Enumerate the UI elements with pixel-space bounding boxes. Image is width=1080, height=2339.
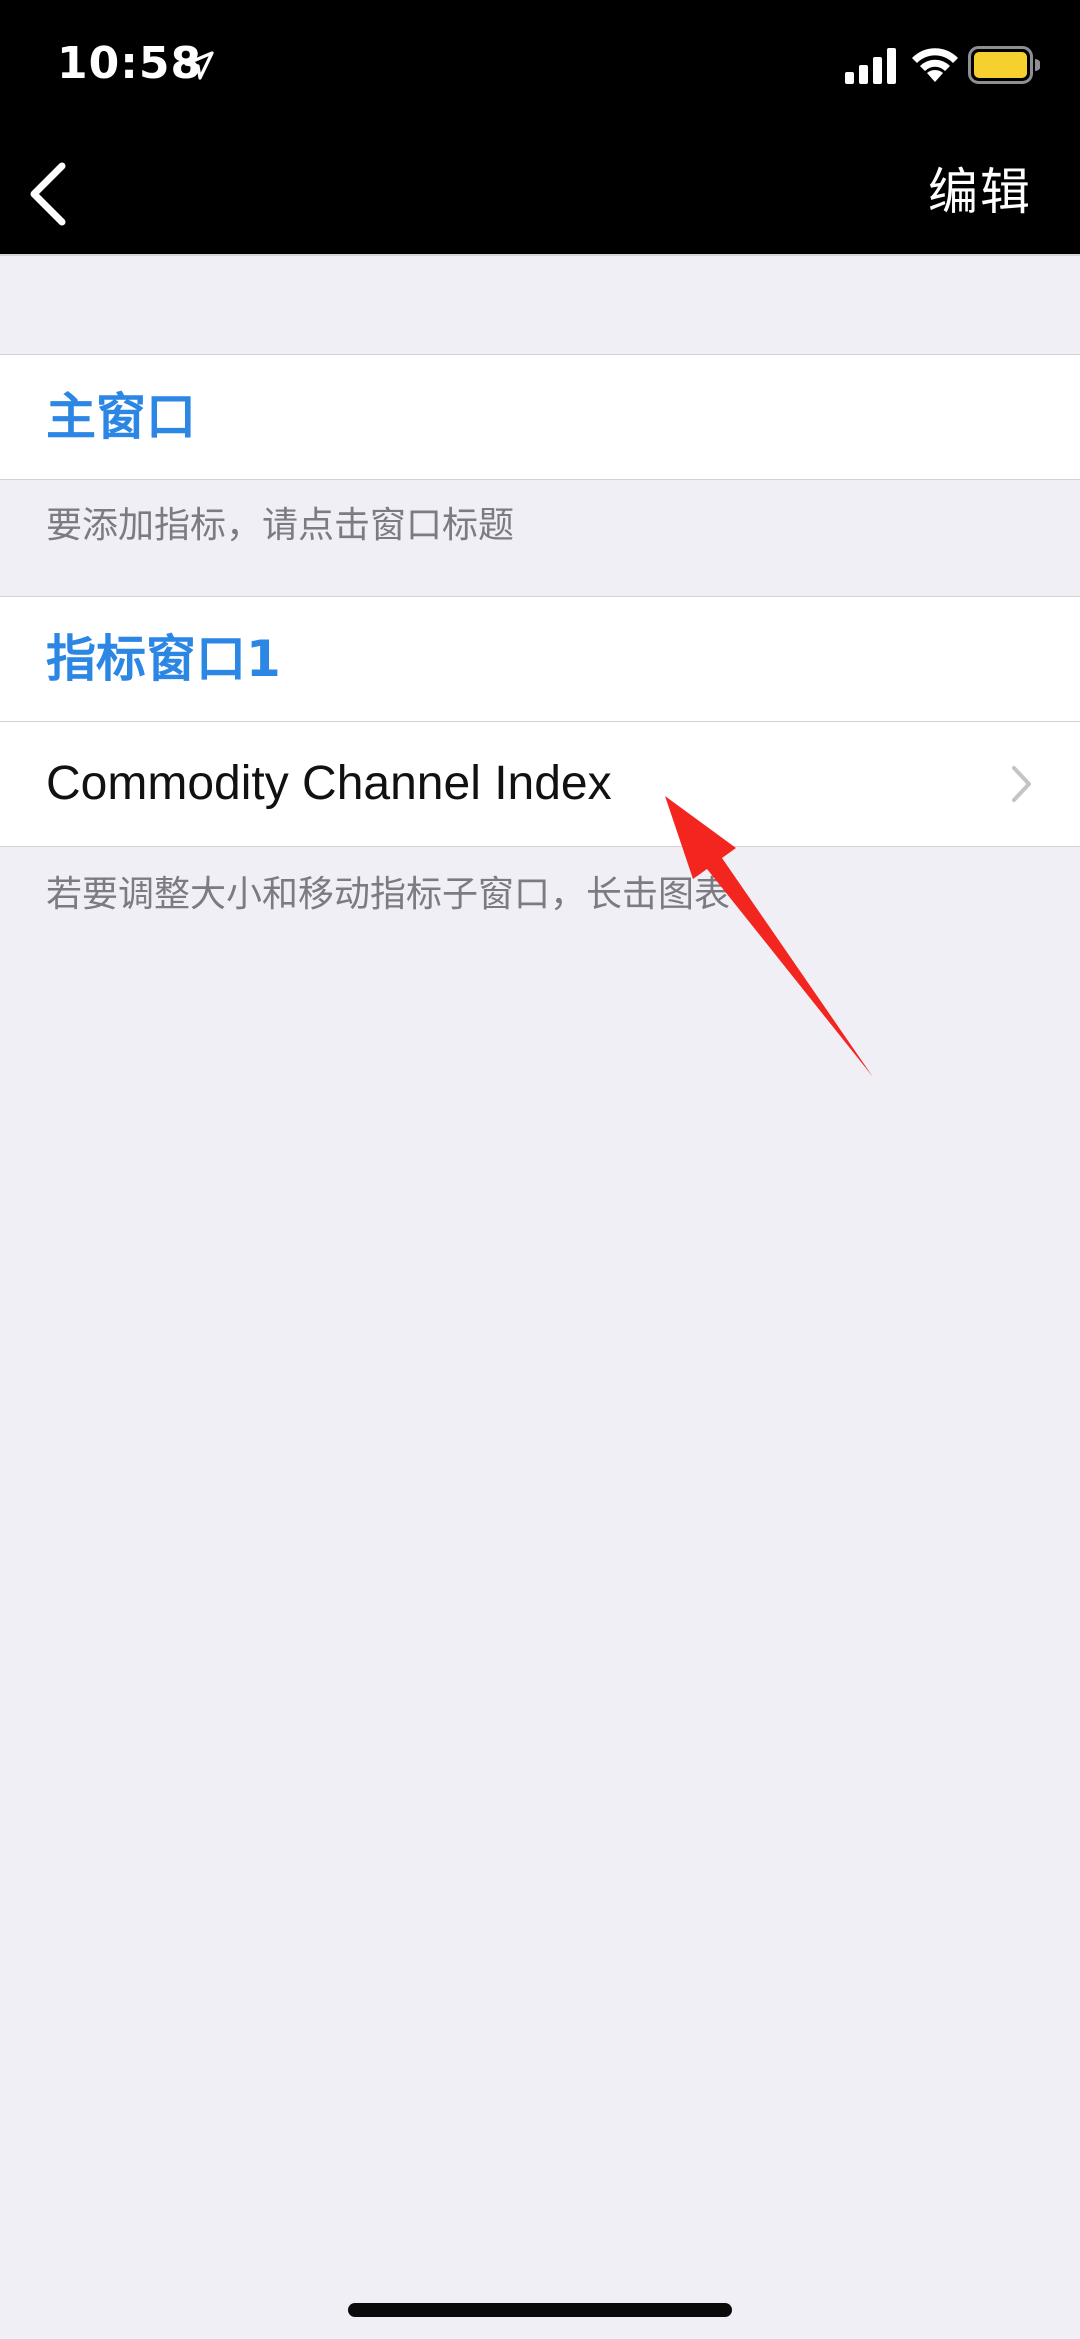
main-window-section: 主窗口 [0,354,1080,480]
indicator-window-section: 指标窗口1 Commodity Channel Index [0,596,1080,847]
indicator-row-cci[interactable]: Commodity Channel Index [0,721,1080,846]
home-indicator[interactable] [348,2303,732,2317]
chevron-left-icon[interactable] [20,154,90,234]
cellular-signal-icon [845,48,896,84]
indicator-row-label: Commodity Channel Index [46,757,612,810]
wifi-icon [912,48,958,82]
location-arrow-icon [184,51,214,80]
status-bar: 10:58 [0,0,1080,132]
status-time: 10:58 [57,38,203,89]
navigation-bar: 编辑 [0,132,1080,256]
edit-button[interactable]: 编辑 [928,162,1032,222]
main-window-title[interactable]: 主窗口 [0,355,1080,479]
main-window-hint: 要添加指标，请点击窗口标题 [46,505,515,546]
indicator-window-title[interactable]: 指标窗口1 [0,597,1080,721]
battery-icon [968,46,1040,84]
annotation-arrow-icon [665,796,873,1077]
chevron-right-icon [1012,766,1031,802]
indicator-window-hint: 若要调整大小和移动指标子窗口，长击图表 [46,874,731,915]
